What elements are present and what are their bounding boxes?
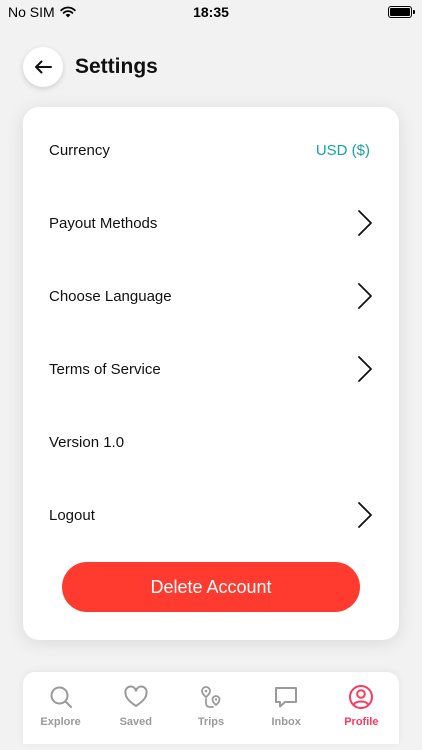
terms-of-service-row[interactable]: Terms of Service (23, 344, 399, 394)
arrow-left-icon (35, 60, 52, 74)
tab-explore-label: Explore (40, 716, 81, 728)
choose-language-row[interactable]: Choose Language (23, 271, 399, 321)
heart-icon (124, 685, 148, 707)
payout-methods-row[interactable]: Payout Methods (23, 198, 399, 248)
tab-inbox[interactable]: Inbox (255, 684, 317, 728)
chevron-right-icon (358, 356, 372, 382)
delete-account-button[interactable]: Delete Account (62, 562, 360, 612)
tab-inbox-label: Inbox (271, 716, 301, 728)
tab-bar: Explore Saved Trips Inbox Profile (23, 672, 399, 744)
tab-trips-label: Trips (197, 716, 225, 728)
tab-saved-label: Saved (119, 716, 152, 728)
choose-language-label: Choose Language (49, 287, 172, 305)
logout-row[interactable]: Logout (23, 490, 399, 540)
user-circle-icon (349, 685, 374, 709)
tab-profile[interactable]: Profile (330, 684, 392, 728)
route-pin-icon (201, 686, 221, 708)
page-title: Settings (75, 55, 158, 78)
search-icon (50, 686, 72, 708)
chevron-right-icon (358, 502, 372, 528)
back-button[interactable] (23, 47, 63, 87)
tab-saved[interactable]: Saved (105, 684, 167, 728)
chevron-right-icon (358, 283, 372, 309)
settings-card: Currency USD ($) Payout Methods Choose L… (23, 107, 399, 640)
tab-trips[interactable]: Trips (180, 684, 242, 728)
status-time: 18:35 (193, 4, 229, 20)
tab-profile-label: Profile (344, 716, 379, 728)
version-row: Version 1.0 (23, 417, 399, 467)
currency-row[interactable]: Currency USD ($) (23, 125, 399, 175)
status-bar: No SIM 18:35 (0, 0, 422, 24)
logout-label: Logout (49, 506, 95, 524)
chevron-right-icon (358, 210, 372, 236)
tab-explore[interactable]: Explore (30, 684, 92, 728)
currency-label: Currency (49, 141, 110, 159)
terms-of-service-label: Terms of Service (49, 360, 161, 378)
payout-methods-label: Payout Methods (49, 214, 158, 232)
battery-icon (388, 6, 415, 18)
version-label: Version 1.0 (49, 433, 125, 451)
currency-value: USD ($) (315, 141, 370, 159)
chat-bubble-icon (275, 687, 298, 708)
